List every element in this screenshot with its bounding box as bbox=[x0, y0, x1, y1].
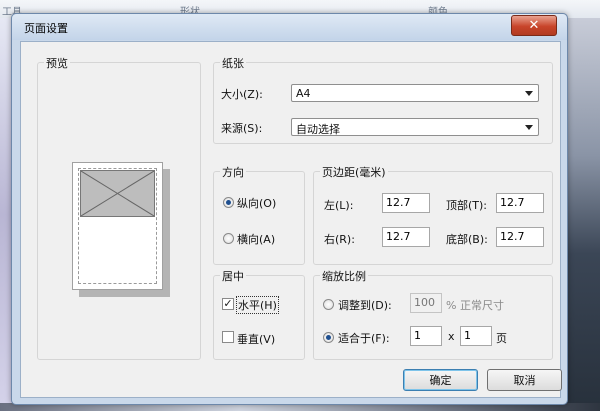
dialog-title: 页面设置 bbox=[24, 22, 68, 35]
fit-pages-unit: 页 bbox=[496, 332, 507, 345]
paper-size-label: 大小(Z): bbox=[221, 88, 263, 101]
dialog-body: 预览 纸张 大小(Z): A4 来源(S): 自动选择 方向 纵向(O) 横向(… bbox=[20, 41, 562, 398]
preview-legend: 预览 bbox=[44, 55, 70, 71]
margin-right-label: 右(R): bbox=[324, 233, 355, 246]
close-button[interactable]: ✕ bbox=[511, 15, 557, 36]
dialog-titlebar[interactable]: 页面设置 ✕ bbox=[12, 14, 567, 40]
fit-to-label[interactable]: 适合于(F): bbox=[338, 330, 390, 346]
margin-left-label: 左(L): bbox=[324, 199, 354, 212]
margin-bottom-input[interactable]: 12.7 bbox=[496, 227, 544, 247]
portrait-label[interactable]: 纵向(O) bbox=[237, 195, 276, 211]
paper-source-label: 来源(S): bbox=[221, 122, 263, 135]
fit-pages-tall-input[interactable]: 1 bbox=[460, 326, 492, 346]
adjust-to-radio[interactable] bbox=[323, 299, 334, 310]
margin-left-input[interactable]: 12.7 bbox=[382, 193, 430, 213]
vertical-checkbox[interactable] bbox=[222, 331, 234, 343]
chevron-down-icon bbox=[525, 91, 533, 96]
fit-multiply-sign: x bbox=[448, 330, 455, 343]
fit-pages-wide-input[interactable]: 1 bbox=[410, 326, 442, 346]
vertical-label[interactable]: 垂直(V) bbox=[237, 331, 275, 347]
scaling-legend: 缩放比例 bbox=[320, 268, 368, 284]
margin-top-input[interactable]: 12.7 bbox=[496, 193, 544, 213]
orientation-group: 方向 纵向(O) 横向(A) bbox=[213, 164, 305, 265]
adjust-percent-input[interactable]: 100 bbox=[410, 293, 442, 313]
cancel-button[interactable]: 取消 bbox=[487, 369, 562, 391]
landscape-label[interactable]: 横向(A) bbox=[237, 231, 275, 247]
preview-margin-outline bbox=[78, 168, 157, 284]
margins-legend: 页边距(毫米) bbox=[320, 164, 388, 180]
background-canvas-right bbox=[566, 18, 600, 411]
page-setup-dialog: 页面设置 ✕ 预览 纸张 大小(Z): A4 来源(S): 自动选择 方向 纵向… bbox=[11, 13, 568, 405]
preview-page bbox=[72, 162, 163, 290]
center-group: 居中 ✓ 水平(H) 垂直(V) bbox=[213, 268, 305, 360]
paper-source-select[interactable]: 自动选择 bbox=[291, 118, 539, 136]
horizontal-label[interactable]: 水平(H) bbox=[236, 296, 279, 314]
portrait-radio[interactable] bbox=[223, 197, 234, 208]
preview-group: 预览 bbox=[37, 55, 201, 360]
landscape-radio[interactable] bbox=[223, 233, 234, 244]
margin-right-input[interactable]: 12.7 bbox=[382, 227, 430, 247]
chevron-down-icon bbox=[525, 125, 533, 130]
paper-size-select[interactable]: A4 bbox=[291, 84, 539, 102]
margin-top-label: 顶部(T): bbox=[446, 199, 488, 212]
ok-button[interactable]: 确定 bbox=[403, 369, 478, 391]
adjust-to-label[interactable]: 调整到(D): bbox=[338, 297, 392, 313]
scaling-group: 缩放比例 调整到(D): 100 % 正常尺寸 适合于(F): 1 x 1 页 bbox=[313, 268, 553, 360]
orientation-legend: 方向 bbox=[220, 164, 246, 180]
horizontal-checkbox[interactable]: ✓ bbox=[222, 298, 234, 310]
paper-source-value: 自动选择 bbox=[296, 123, 340, 136]
adjust-percent-suffix: % 正常尺寸 bbox=[446, 299, 504, 312]
preview-image-placeholder bbox=[80, 170, 155, 217]
close-icon: ✕ bbox=[528, 18, 540, 33]
margin-bottom-label: 底部(B): bbox=[446, 233, 488, 246]
image-placeholder-icon bbox=[81, 171, 154, 216]
paper-size-value: A4 bbox=[296, 87, 311, 100]
margins-group: 页边距(毫米) 左(L): 12.7 顶部(T): 12.7 右(R): 12.… bbox=[313, 164, 553, 265]
paper-legend: 纸张 bbox=[220, 55, 246, 71]
center-legend: 居中 bbox=[220, 268, 246, 284]
fit-to-radio[interactable] bbox=[323, 332, 334, 343]
paper-group: 纸张 大小(Z): A4 来源(S): 自动选择 bbox=[213, 55, 553, 144]
